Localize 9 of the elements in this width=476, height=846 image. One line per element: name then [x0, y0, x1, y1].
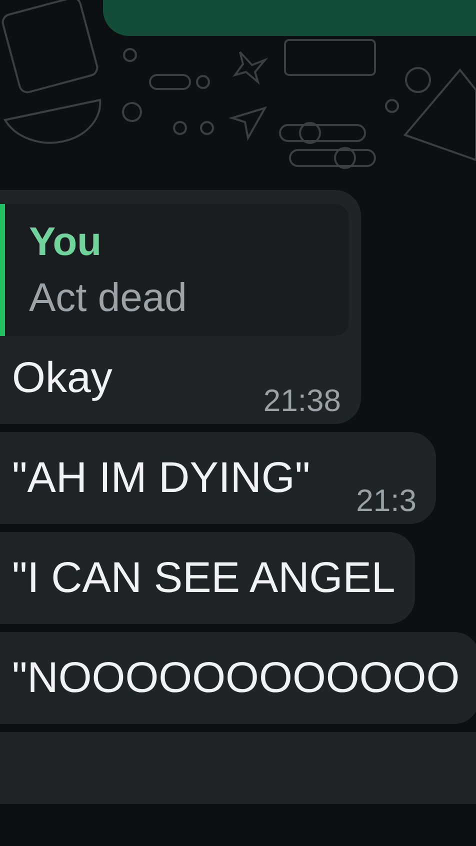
message-text: Okay	[12, 353, 112, 404]
quote-author: You	[29, 219, 103, 266]
message-text: "AH IM DYING"	[12, 453, 310, 504]
message-text: "NOOOOOOOOOOOO	[12, 653, 460, 704]
quote-text: Act dead	[29, 275, 188, 322]
message-time: 21:3	[356, 484, 416, 518]
quoted-message[interactable]: You Act dead	[0, 204, 349, 336]
message-text: "I CAN SEE ANGEL	[12, 553, 396, 604]
message-time: 21:38	[263, 384, 341, 418]
